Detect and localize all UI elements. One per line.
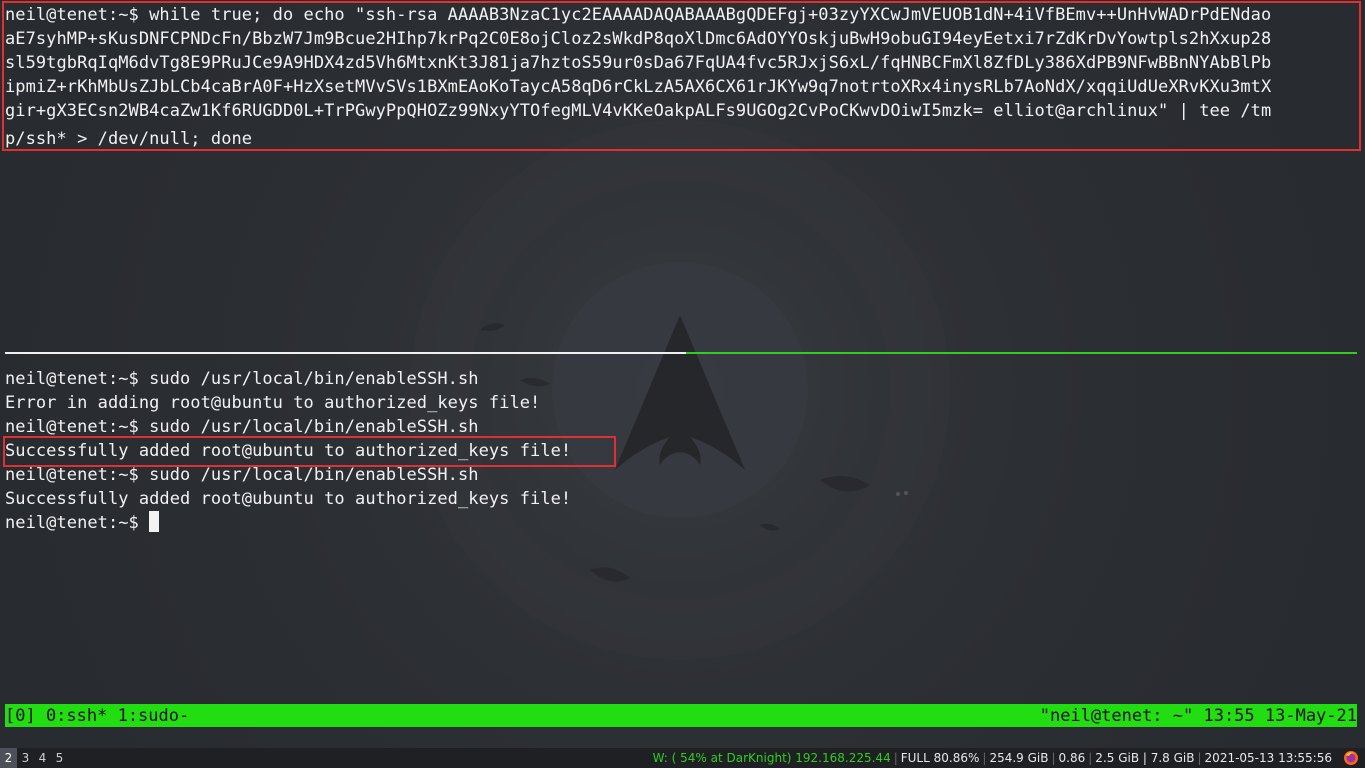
wm-status-bar: 2 3 4 5 W: ( 54% at DarKnight) 192.168.2… [0,748,1365,768]
tmux-pane-sudo[interactable]: neil@tenet:~$ sudo /usr/local/bin/enable… [0,356,1365,701]
workspace-button[interactable]: 4 [34,748,51,768]
terminal-line: Error in adding root@ubuntu to authorize… [5,393,541,413]
pane-divider-active[interactable] [686,352,1357,354]
text-cursor [149,511,160,532]
annotation-highlight-box [2,1,1361,151]
tmux-status-bar: [0] 0:ssh* 1:sudo- "neil@tenet: ~" 13:55… [5,704,1357,727]
load-status: 0.86 [1058,751,1086,765]
pane-divider-inactive[interactable] [5,352,686,354]
wifi-status: W: ( 54% at DarKnight) 192.168.225.44 [652,751,891,765]
terminal-prompt-line[interactable]: neil@tenet:~$ [5,511,1360,535]
datetime-status: 2021-05-13 13:55:56 [1204,751,1332,765]
terminal-line: Successfully added root@ubuntu to author… [5,489,572,509]
battery-status: FULL 80.86% [900,751,980,765]
workspace-button[interactable]: 2 [0,748,17,768]
system-status: W: ( 54% at DarKnight) 192.168.225.44 | FU… [650,748,1335,768]
tmux-status-right: "neil@tenet: ~" 13:55 13-May-21 [1039,706,1357,726]
workspace-button[interactable]: 5 [51,748,68,768]
memory-status: 2.5 GiB | 7.8 GiB [1095,751,1195,765]
terminal-line: neil@tenet:~$ sudo /usr/local/bin/enable… [5,369,479,389]
workspace-button[interactable]: 3 [17,748,34,768]
annotation-highlight-box [3,436,616,467]
disk-status: 254.9 GiB [989,751,1049,765]
shell-prompt: neil@tenet:~$ [5,513,150,533]
tmux-pane-ssh[interactable]: neil@tenet:~$ while true; do echo "ssh-r… [0,0,1365,350]
tmux-window-list[interactable]: [0] 0:ssh* 1:sudo- [5,704,189,728]
firefox-icon[interactable] [1343,750,1359,766]
